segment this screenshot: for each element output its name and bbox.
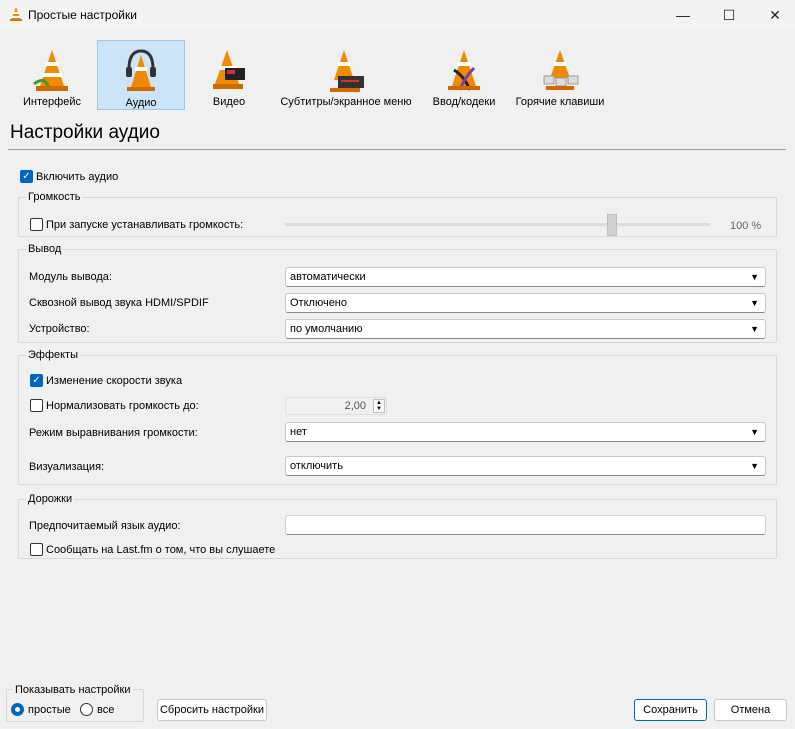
save-button[interactable]: Сохранить [634,699,707,721]
device-label: Устройство: [29,323,90,335]
normalize-spinbox[interactable]: 2,00 [285,397,387,415]
chevron-down-icon: ▼ [750,298,759,308]
cone-headphones-icon [126,49,156,91]
select-value: автоматически [290,271,366,283]
volume-value: 100 % [730,220,762,232]
normalize-checkbox[interactable] [30,399,43,412]
audio-language-input[interactable] [285,515,766,535]
cone-cables-icon [448,50,480,91]
replaygain-select[interactable]: нет ▼ [285,422,766,442]
chevron-down-icon: ▼ [750,461,759,471]
minimize-button[interactable]: — [660,0,706,30]
maximize-icon: ☐ [722,6,736,23]
tracks-group-label: Дорожки [26,493,75,505]
startup-volume-label: При запуске устанавливать громкость: [46,219,244,231]
output-group-label: Вывод [26,243,64,255]
spin-arrows-icon[interactable]: ▲ ▼ [373,399,385,413]
all-radio[interactable] [80,703,93,716]
close-icon: ✕ [769,6,781,23]
visualization-select[interactable]: отключить ▼ [285,456,766,476]
category-label: Аудио [125,97,157,109]
all-radio-label: все [97,704,115,716]
passthrough-label: Сквозной вывод звука HDMI/SPDIF [29,297,209,309]
cone-video-icon [213,50,245,89]
spinbox-value: 2,00 [344,400,366,412]
category-audio[interactable]: Аудио [97,40,185,110]
select-value: Отключено [290,297,347,309]
category-label: Ввод/кодеки [432,96,496,108]
category-label: Горячие клавиши [515,96,605,108]
enable-audio-label: Включить аудио [36,171,119,183]
close-button[interactable]: ✕ [752,0,795,30]
volume-slider-track[interactable] [285,223,710,226]
cone-hotkeys-icon [543,50,579,90]
visualization-label: Визуализация: [29,461,105,473]
show-settings-label: Показывать настройки [13,684,133,696]
normalize-label: Нормализовать громкость до: [46,400,199,412]
category-interface[interactable]: Интерфейс [8,40,96,110]
maximize-button[interactable]: ☐ [706,0,752,30]
volume-slider-thumb[interactable] [607,214,618,236]
select-value: по умолчанию [290,323,363,335]
startup-volume-checkbox[interactable] [30,218,43,231]
device-select[interactable]: по умолчанию ▼ [285,319,766,339]
volume-group-label: Громкость [26,191,83,203]
page-title: Настройки аудио [10,122,160,143]
select-value: нет [290,426,307,438]
divider [8,149,786,150]
chevron-down-icon: ▼ [750,427,759,437]
reset-button[interactable]: Сбросить настройки [157,699,267,721]
speed-label: Изменение скорости звука [46,375,183,387]
volume-group [18,197,777,237]
category-video[interactable]: Видео [186,40,272,110]
category-label: Видео [212,96,246,108]
lastfm-checkbox[interactable] [30,543,43,556]
lastfm-label: Сообщать на Last.fm о том, что вы слушае… [46,544,276,556]
select-value: отключить [290,460,343,472]
category-input-codecs[interactable]: Ввод/кодеки [420,40,508,110]
chevron-down-icon: ▼ [750,272,759,282]
window-title: Простые настройки [28,8,137,22]
simple-radio-label: простые [28,704,71,716]
audio-language-label: Предпочитаемый язык аудио: [29,520,181,532]
cancel-button[interactable]: Отмена [714,699,787,721]
replaygain-label: Режим выравнивания громкости: [29,427,198,439]
cone-subtitles-icon [330,50,364,92]
effects-group-label: Эффекты [26,349,81,361]
minimize-icon: — [676,7,690,23]
output-module-select[interactable]: автоматически ▼ [285,267,766,287]
category-hotkeys[interactable]: Горячие клавиши [509,40,611,110]
category-subtitles[interactable]: Субтитры/экранное меню [273,40,419,110]
simple-radio[interactable] [11,703,24,716]
speed-checkbox[interactable]: ✓ [30,374,43,387]
category-label: Интерфейс [23,96,81,108]
enable-audio-checkbox[interactable]: ✓ [20,170,33,183]
vlc-cone-icon [10,7,22,21]
output-module-label: Модуль вывода: [29,271,112,283]
category-label: Субтитры/экранное меню [280,96,412,108]
passthrough-select[interactable]: Отключено ▼ [285,293,766,313]
chevron-down-icon: ▼ [750,324,759,334]
cone-interface-icon [33,50,68,91]
